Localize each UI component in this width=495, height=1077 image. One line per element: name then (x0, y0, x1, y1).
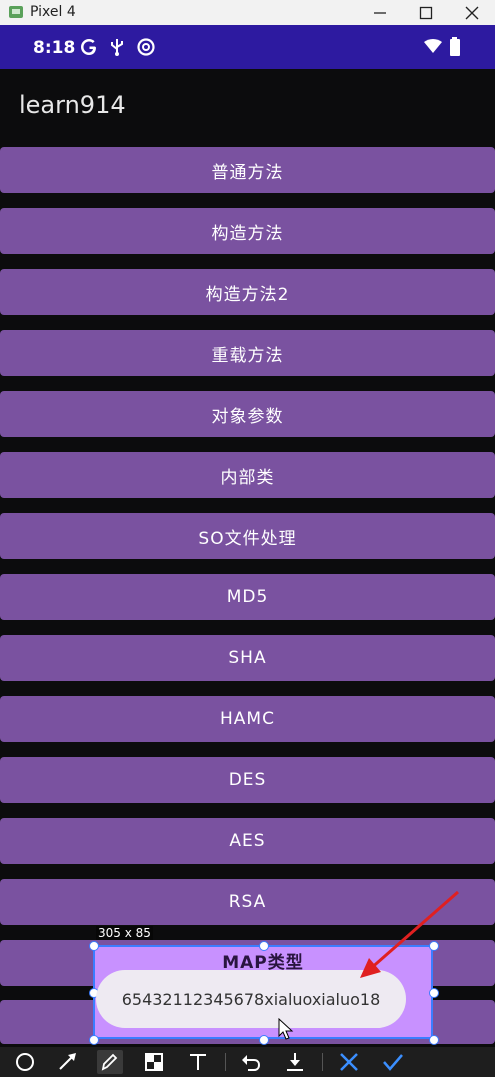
button-label: RSA (228, 892, 267, 912)
button-so-file[interactable]: SO文件处理 (0, 513, 495, 559)
toolbar-separator (225, 1053, 226, 1071)
annotation-toolbar (0, 1047, 495, 1077)
arrow-tool-icon (59, 1053, 76, 1070)
close-window-button[interactable] (449, 0, 495, 25)
toolbar-separator (322, 1053, 323, 1071)
button-label: SO文件处理 (198, 528, 297, 549)
toast-text: 65432112345678xialuoxialuo18 (121, 989, 381, 1009)
minimize-icon (374, 12, 386, 14)
text-tool-button[interactable] (185, 1050, 211, 1074)
maximize-button[interactable] (403, 0, 449, 25)
resize-handle-bottom-left[interactable] (89, 1035, 99, 1045)
button-label: SHA (228, 648, 267, 668)
mosaic-tool-button[interactable] (141, 1050, 167, 1074)
button-label: 构造方法 (211, 223, 284, 244)
undo-icon (242, 1055, 261, 1071)
button-label: 构造方法2 (205, 284, 290, 305)
pencil-tool-button[interactable] (97, 1050, 123, 1074)
button-aes[interactable]: AES (0, 818, 495, 864)
resize-handle-top-left[interactable] (89, 941, 99, 951)
button-constructor-2[interactable]: 构造方法2 (0, 269, 495, 315)
undo-button[interactable] (238, 1050, 264, 1074)
button-inner-class[interactable]: 内部类 (0, 452, 495, 498)
button-object-param[interactable]: 对象参数 (0, 391, 495, 437)
google-icon (81, 39, 96, 55)
button-label: 普通方法 (211, 162, 284, 183)
download-icon (287, 1053, 303, 1071)
button-sha[interactable]: SHA (0, 635, 495, 681)
button-hamc[interactable]: HAMC (0, 696, 495, 742)
button-label: 重载方法 (211, 345, 284, 366)
mouse-cursor-icon (278, 1018, 294, 1040)
circle-icon (16, 1053, 34, 1071)
annotation-arrow-icon (360, 890, 459, 978)
cancel-button[interactable] (336, 1050, 362, 1074)
text-icon (190, 1054, 206, 1070)
button-label: DES (228, 770, 267, 790)
emulator-title-bar: Pixel 4 (0, 0, 495, 25)
data-saver-icon (137, 38, 155, 56)
resize-handle-right[interactable] (429, 988, 439, 998)
button-label: AES (229, 831, 266, 851)
app-bar: learn914 (0, 69, 495, 145)
wifi-icon (424, 39, 442, 53)
button-label: 内部类 (220, 467, 275, 488)
battery-icon (450, 37, 460, 56)
pencil-icon (101, 1053, 118, 1071)
button-overload[interactable]: 重载方法 (0, 330, 495, 376)
status-bar: 8:18 (0, 25, 495, 69)
button-label: MD5 (226, 587, 269, 607)
close-icon (465, 6, 479, 20)
status-time: 8:18 (33, 38, 76, 58)
button-label: 对象参数 (211, 406, 284, 427)
app-title: learn914 (19, 91, 126, 119)
cancel-icon (340, 1053, 358, 1071)
button-des[interactable]: DES (0, 757, 495, 803)
selection-size-label: 305 x 85 (96, 926, 153, 940)
minimize-button[interactable] (357, 0, 403, 25)
mosaic-icon (145, 1053, 163, 1071)
button-md5[interactable]: MD5 (0, 574, 495, 620)
confirm-icon (383, 1054, 403, 1071)
window-title: Pixel 4 (30, 4, 76, 20)
resize-handle-bottom-right[interactable] (429, 1035, 439, 1045)
arrow-tool-button[interactable] (55, 1050, 81, 1074)
resize-handle-top[interactable] (259, 941, 269, 951)
button-label: HAMC (220, 709, 275, 729)
button-constructor[interactable]: 构造方法 (0, 208, 495, 254)
usb-icon (111, 39, 123, 56)
confirm-button[interactable] (380, 1050, 406, 1074)
circle-tool-button[interactable] (12, 1050, 38, 1074)
button-normal-method[interactable]: 普通方法 (0, 147, 495, 193)
emulator-app-icon (9, 6, 23, 18)
download-button[interactable] (282, 1050, 308, 1074)
resize-handle-bottom[interactable] (259, 1035, 269, 1045)
maximize-icon (419, 6, 433, 20)
